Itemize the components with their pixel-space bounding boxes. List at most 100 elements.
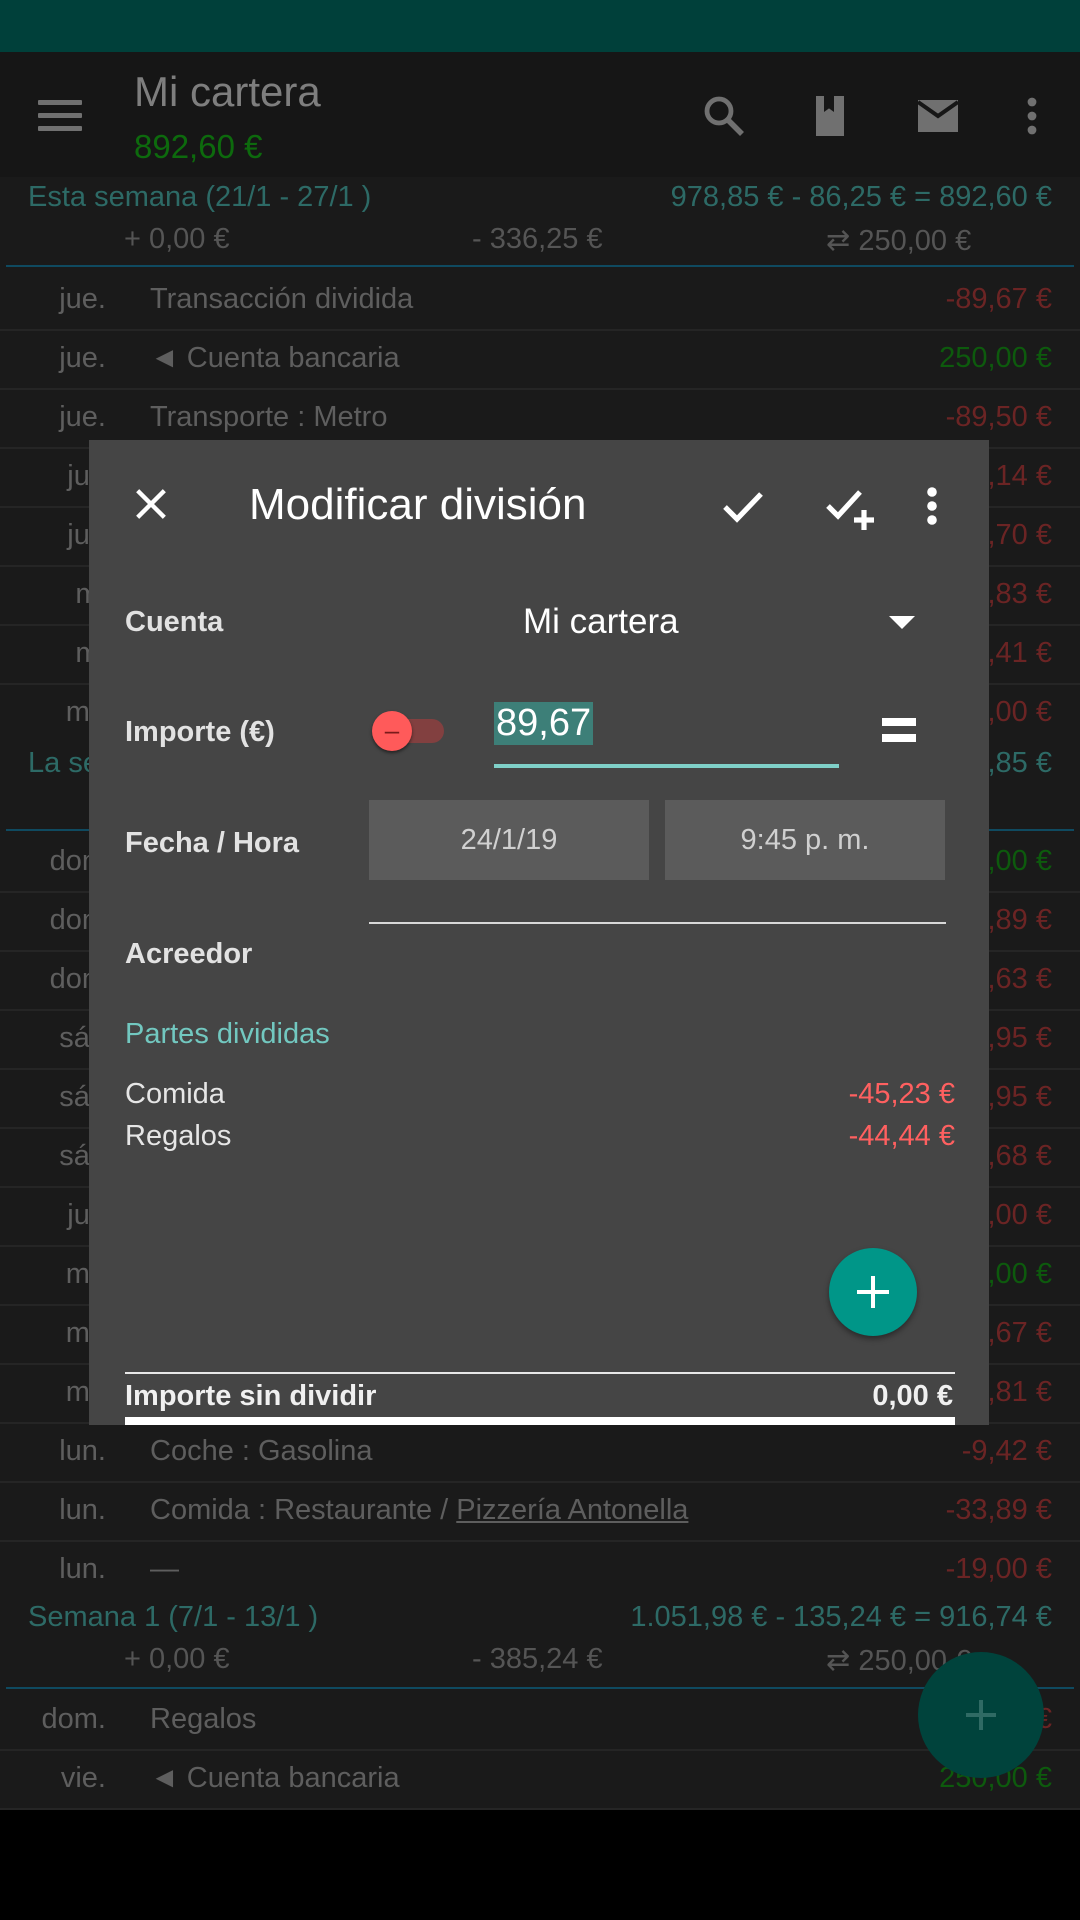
split-amount: -44,44 € bbox=[848, 1120, 955, 1152]
divider bbox=[125, 1372, 955, 1374]
datetime-label: Fecha / Hora bbox=[125, 827, 300, 859]
row-description: — bbox=[150, 1553, 179, 1585]
divider bbox=[6, 265, 1074, 267]
week-total: 978,85 € - 86,25 € = 892,60 € bbox=[670, 181, 1052, 213]
row-amount: ,00 € bbox=[987, 696, 1053, 728]
split-category: Regalos bbox=[125, 1120, 232, 1152]
amount-field[interactable]: 89,67 bbox=[494, 700, 839, 768]
sign-toggle[interactable]: – bbox=[372, 711, 444, 751]
divider bbox=[6, 1687, 1074, 1689]
row-description: Comida : Restaurante / Pizzería Antonell… bbox=[150, 1494, 688, 1527]
week-expense: - 336,25 € bbox=[472, 223, 603, 255]
list-item[interactable]: vie. ◄ Cuenta bancaria 250,00 € bbox=[0, 1750, 1080, 1810]
row-amount: 250,00 € bbox=[939, 342, 1052, 374]
more-vert-icon[interactable] bbox=[1010, 92, 1054, 140]
check-icon[interactable] bbox=[719, 482, 767, 530]
row-amount: ,95 € bbox=[987, 1081, 1053, 1113]
row-amount: ,00 € bbox=[987, 845, 1053, 877]
menu-icon[interactable] bbox=[38, 100, 82, 132]
row-amount: ,41 € bbox=[987, 637, 1053, 669]
row-description: Coche : Gasolina bbox=[150, 1435, 373, 1467]
row-amount: ,14 € bbox=[987, 460, 1053, 492]
row-day: lun. bbox=[59, 1553, 106, 1585]
row-amount: ,70 € bbox=[987, 519, 1053, 551]
row-amount: ,00 € bbox=[987, 1258, 1053, 1290]
row-amount: ,67 € bbox=[987, 1317, 1053, 1349]
dropdown-arrow-icon[interactable] bbox=[889, 616, 915, 629]
split-category: Comida bbox=[125, 1078, 225, 1110]
unsplit-value: 0,00 € bbox=[872, 1380, 953, 1412]
add-split-button[interactable] bbox=[829, 1248, 917, 1336]
book-icon[interactable] bbox=[806, 92, 854, 140]
divider bbox=[125, 1417, 955, 1425]
search-icon[interactable] bbox=[700, 92, 748, 140]
row-day: lun. bbox=[59, 1494, 106, 1526]
row-amount: ,63 € bbox=[987, 963, 1053, 995]
row-day: dom. bbox=[41, 1703, 106, 1735]
splits-header: Partes divididas bbox=[125, 1018, 330, 1050]
navigation-bar bbox=[0, 1810, 1080, 1920]
list-item[interactable]: jue. Transacción dividida -89,67 € bbox=[0, 271, 1080, 331]
week-total: ,85 € bbox=[987, 747, 1053, 779]
week-title: Semana 1 (7/1 - 13/1 ) bbox=[28, 1601, 319, 1633]
row-description: Transacción dividida bbox=[150, 283, 414, 315]
row-category: Comida : Restaurante / bbox=[150, 1494, 457, 1526]
more-vert-icon[interactable] bbox=[924, 482, 940, 530]
row-amount: -9,42 € bbox=[961, 1435, 1052, 1467]
account-select[interactable]: Mi cartera bbox=[523, 602, 679, 642]
week-title: Esta semana (21/1 - 27/1 ) bbox=[28, 181, 372, 213]
add-transaction-button[interactable] bbox=[918, 1652, 1044, 1778]
row-description: ◄ Cuenta bancaria bbox=[150, 342, 400, 374]
split-item[interactable]: Regalos -44,44 € bbox=[125, 1120, 955, 1160]
app-title: Mi cartera bbox=[134, 68, 321, 115]
close-icon[interactable] bbox=[131, 484, 171, 524]
row-day: jue. bbox=[59, 342, 106, 374]
week-income: + 0,00 € bbox=[124, 223, 230, 255]
row-amount: ,89 € bbox=[987, 904, 1053, 936]
week-transfer: ⇄ 250,00 € bbox=[826, 225, 972, 257]
split-amount: -45,23 € bbox=[848, 1078, 955, 1110]
row-amount: -19,00 € bbox=[945, 1553, 1052, 1585]
week-expense: - 385,24 € bbox=[472, 1643, 603, 1675]
mail-icon[interactable] bbox=[914, 92, 962, 140]
row-day: lun. bbox=[59, 1435, 106, 1467]
row-amount: ,00 € bbox=[987, 1199, 1053, 1231]
dialog-title: Modificar división bbox=[249, 480, 587, 529]
calculator-equals-icon[interactable] bbox=[882, 718, 916, 748]
row-description: Regalos bbox=[150, 1703, 257, 1735]
payee-link[interactable]: Pizzería Antonella bbox=[456, 1494, 688, 1526]
unsplit-label: Importe sin dividir bbox=[125, 1380, 377, 1412]
check-plus-icon[interactable] bbox=[824, 482, 876, 534]
row-description: ◄ Cuenta bancaria bbox=[150, 1762, 400, 1794]
week-income: + 0,00 € bbox=[124, 1643, 230, 1675]
status-bar bbox=[0, 0, 1080, 52]
date-button[interactable]: 24/1/19 bbox=[369, 800, 649, 880]
row-amount: -89,67 € bbox=[945, 283, 1052, 315]
row-day: jue. bbox=[59, 283, 106, 315]
row-amount: ,83 € bbox=[987, 578, 1053, 610]
row-day: vie. bbox=[60, 1762, 106, 1794]
payee-field[interactable] bbox=[369, 922, 946, 924]
row-amount: ,81 € bbox=[987, 1376, 1053, 1408]
time-button[interactable]: 9:45 p. m. bbox=[665, 800, 945, 880]
list-item[interactable]: lun. Comida : Restaurante / Pizzería Ant… bbox=[0, 1482, 1080, 1542]
account-balance: 892,60 € bbox=[134, 128, 263, 165]
minus-icon: – bbox=[372, 711, 412, 751]
list-item[interactable]: lun. Coche : Gasolina -9,42 € bbox=[0, 1423, 1080, 1483]
list-item[interactable]: lun. — -19,00 € bbox=[0, 1541, 1080, 1599]
row-amount: ,68 € bbox=[987, 1140, 1053, 1172]
app-bar: Mi cartera 892,60 € bbox=[0, 52, 1080, 177]
account-label: Cuenta bbox=[125, 606, 224, 638]
row-description: Transporte : Metro bbox=[150, 401, 388, 433]
edit-split-dialog: Modificar división Cuenta Mi cartera Imp… bbox=[89, 440, 989, 1425]
payee-label: Acreedor bbox=[125, 938, 253, 970]
amount-label: Importe (€) bbox=[125, 716, 275, 748]
list-item[interactable]: jue. ◄ Cuenta bancaria 250,00 € bbox=[0, 330, 1080, 390]
week-total: 1.051,98 € - 135,24 € = 916,74 € bbox=[630, 1601, 1052, 1633]
row-day: jue. bbox=[59, 401, 106, 433]
split-item[interactable]: Comida -45,23 € bbox=[125, 1078, 955, 1118]
row-amount: ,95 € bbox=[987, 1022, 1053, 1054]
row-amount: -33,89 € bbox=[945, 1494, 1052, 1526]
row-amount: -89,50 € bbox=[945, 401, 1052, 433]
amount-value: 89,67 bbox=[494, 702, 594, 745]
